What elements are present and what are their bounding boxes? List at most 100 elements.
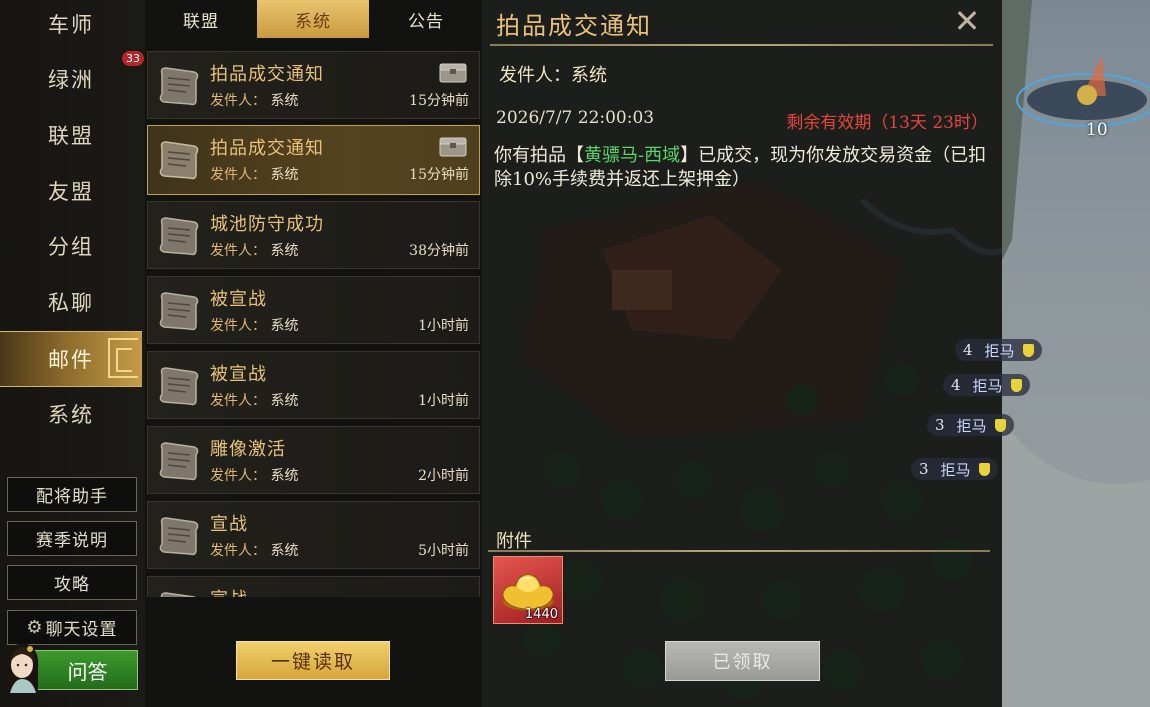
nav-item-system[interactable]: 系统: [0, 387, 142, 441]
mail-time: 1小时前: [418, 318, 469, 334]
channel-sidebar: 车师 绿洲 33 联盟 友盟 分组 私聊 邮件 系统 配将助手 赛季说明 攻略 …: [0, 0, 145, 707]
mail-list[interactable]: 拍品成交通知 发件人： 系统 15分钟前 拍品成交通知 发件人： 系统 15分钟…: [145, 40, 482, 597]
mail-list-item[interactable]: 雕像激活 发件人： 系统 2小时前: [147, 426, 480, 494]
nav-item-label: 分组: [48, 235, 94, 259]
sender-name: 系统: [270, 468, 299, 484]
nav-item-label: 邮件: [48, 348, 94, 372]
tab-system[interactable]: 系统: [257, 0, 369, 38]
mail-sender: 发件人： 系统: [210, 240, 298, 260]
shield-icon: [1022, 343, 1034, 357]
sender-label: 发件人：: [210, 543, 266, 559]
map-label-name: 拒马: [984, 341, 1015, 360]
nav-item-alliance[interactable]: 联盟: [0, 108, 142, 162]
map-label-barricade[interactable]: 4 拒马: [943, 374, 1030, 396]
sender-name: 系统: [270, 318, 299, 334]
scroll-icon: [159, 141, 199, 180]
advisor-avatar-icon[interactable]: [0, 633, 44, 693]
mail-sender: 发件人： 系统: [210, 90, 298, 110]
nav-item-private-chat[interactable]: 私聊: [0, 275, 142, 329]
detail-date: 2026/7/7 22:00:03: [496, 108, 655, 128]
nav-item-label: 友盟: [48, 180, 94, 204]
claimed-button[interactable]: 已领取: [665, 641, 820, 681]
mail-title: 拍品成交通知: [210, 64, 324, 85]
mail-list-item[interactable]: 宣战: [147, 576, 480, 597]
attachment-divider: [488, 550, 990, 552]
nav-item-oasis[interactable]: 绿洲: [0, 52, 142, 106]
nav-item-label: 联盟: [48, 124, 94, 148]
mail-sender: 发件人： 系统: [210, 164, 298, 184]
tab-announcement[interactable]: 公告: [370, 0, 482, 38]
mail-list-item-selected[interactable]: 拍品成交通知 发件人： 系统 15分钟前: [147, 125, 480, 195]
map-label-barricade[interactable]: 3 拒马: [927, 414, 1014, 436]
scroll-icon: [160, 592, 196, 597]
nav-item-label: 私聊: [48, 291, 94, 315]
detail-body: 你有拍品【黄骠马-西域】已成交，现为你发放交易资金（已扣除10%手续费并返还上架…: [494, 144, 994, 192]
sender-label: 发件人：: [210, 167, 266, 183]
nav-item-friend-alliance[interactable]: 友盟: [0, 164, 142, 218]
map-label-level: 4: [963, 341, 973, 359]
mail-title: 被宣战: [210, 364, 267, 385]
scroll-icon: [159, 367, 199, 406]
mail-list-item[interactable]: 拍品成交通知 发件人： 系统 15分钟前: [147, 51, 480, 119]
general-helper-button[interactable]: 配将助手: [7, 477, 137, 512]
sender-name: 系统: [270, 167, 299, 183]
scroll-icon: [159, 217, 199, 256]
scroll-icon: [159, 67, 199, 106]
sender-name: 系统: [270, 543, 299, 559]
close-icon[interactable]: ✕: [952, 4, 982, 38]
mail-title: 宣战: [210, 585, 248, 597]
map-label-level: 4: [951, 376, 961, 394]
active-ornament-icon: [108, 338, 138, 378]
attachment-chest-icon: [439, 137, 467, 157]
nav-item-label: 系统: [48, 403, 94, 427]
map-label-name: 拒马: [972, 376, 1003, 395]
tab-alliance[interactable]: 联盟: [145, 0, 257, 38]
shield-icon: [1010, 378, 1022, 392]
nav-item-label: 车师: [48, 13, 94, 37]
mail-sender: 发件人： 系统: [210, 465, 298, 485]
map-label-barricade[interactable]: 3 拒马: [911, 458, 998, 480]
mail-list-item[interactable]: 城池防守成功 发件人： 系统 38分钟前: [147, 201, 480, 269]
chat-settings-label: 聊天设置: [45, 620, 118, 640]
shield-icon: [978, 462, 990, 476]
mail-sender: 发件人： 系统: [210, 540, 298, 560]
mail-list-item[interactable]: 被宣战 发件人： 系统 1小时前: [147, 276, 480, 344]
mail-time: 15分钟前: [409, 167, 469, 183]
qa-label: 问答: [67, 659, 108, 684]
map-label-name: 拒马: [956, 416, 987, 435]
mail-title: 宣战: [210, 514, 248, 535]
nav-item-cheshi[interactable]: 车师: [0, 0, 142, 51]
body-prefix: 你有拍品【: [494, 145, 584, 166]
sender-label: 发件人：: [210, 243, 266, 259]
scroll-icon: [159, 517, 199, 556]
mail-list-item[interactable]: 宣战 发件人： 系统 5小时前: [147, 501, 480, 569]
sender-label: 发件人：: [210, 393, 266, 409]
read-all-button[interactable]: 一键读取: [236, 641, 390, 680]
mail-title: 拍品成交通知: [210, 138, 324, 159]
season-info-button[interactable]: 赛季说明: [7, 521, 137, 556]
mail-sender: 发件人： 系统: [210, 315, 298, 335]
mail-screen: 车师 绿洲 33 联盟 友盟 分组 私聊 邮件 系统 配将助手 赛季说明 攻略 …: [0, 0, 1150, 707]
nav-item-group[interactable]: 分组: [0, 219, 142, 273]
mail-time: 1小时前: [418, 393, 469, 409]
attachment-item[interactable]: 1440: [493, 556, 563, 624]
attachment-chest-icon: [439, 63, 467, 83]
mail-time: 2小时前: [418, 468, 469, 484]
map-label-barricade[interactable]: 4 拒马: [955, 339, 1042, 361]
scroll-icon: [159, 442, 199, 481]
nav-item-mail[interactable]: 邮件: [0, 331, 142, 387]
guide-button[interactable]: 攻略: [7, 565, 137, 600]
mail-title: 被宣战: [210, 289, 267, 310]
mail-time: 15分钟前: [409, 93, 469, 109]
map-label-level: 3: [935, 416, 945, 434]
mail-time: 5小时前: [418, 543, 469, 559]
mail-list-item[interactable]: 被宣战 发件人： 系统 1小时前: [147, 351, 480, 419]
nav-item-label: 绿洲: [48, 68, 94, 92]
mail-list-panel: 联盟 系统 公告 拍品成交通知 发件人： 系统 15分钟前 拍品成交通知 发件人…: [145, 0, 482, 707]
sender-name: 系统: [270, 393, 299, 409]
sender-name: 系统: [270, 93, 299, 109]
mail-time: 38分钟前: [409, 243, 469, 259]
sender-label: 发件人：: [210, 93, 266, 109]
mail-title: 城池防守成功: [210, 214, 324, 235]
mail-title: 雕像激活: [210, 439, 286, 460]
